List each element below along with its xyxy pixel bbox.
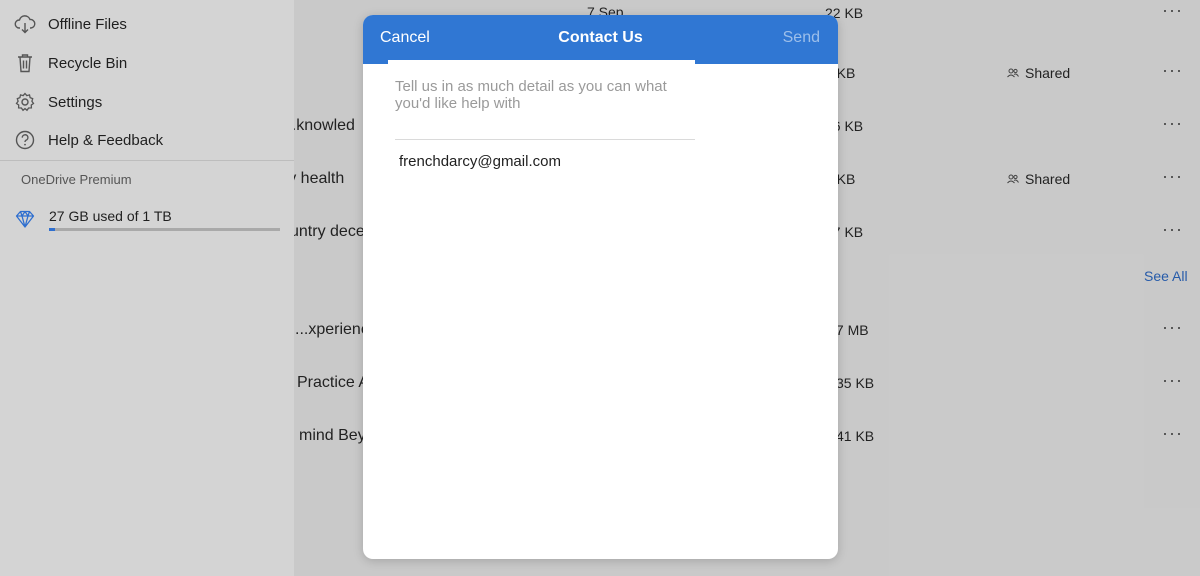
message-input[interactable] — [395, 78, 685, 134]
dialog-header: Cancel Contact Us Send — [363, 15, 838, 64]
storage-usage-text: 27 GB used of 1 TB — [49, 208, 172, 224]
contact-us-dialog: Cancel Contact Us Send frenchdarcy@gmail… — [363, 15, 838, 559]
trash-icon — [14, 52, 36, 74]
side-menu: Offline Files Recycle Bin Settings Help … — [0, 0, 294, 576]
help-icon — [14, 129, 36, 151]
menu-item-offline-files[interactable]: Offline Files — [0, 5, 294, 43]
email-field[interactable]: frenchdarcy@gmail.com — [399, 153, 561, 170]
menu-item-recycle-bin[interactable]: Recycle Bin — [0, 44, 294, 82]
header-tab-indicator — [388, 60, 695, 64]
send-button[interactable]: Send — [783, 29, 820, 47]
field-divider — [395, 139, 695, 140]
gear-icon — [14, 91, 36, 113]
dialog-title: Contact Us — [558, 29, 643, 46]
menu-item-label: Offline Files — [48, 15, 127, 33]
menu-item-label: Settings — [48, 93, 103, 111]
diamond-icon — [14, 208, 36, 230]
menu-item-help-feedback[interactable]: Help & Feedback — [0, 121, 294, 159]
menu-item-settings[interactable]: Settings — [0, 83, 294, 121]
storage-usage[interactable]: 27 GB used of 1 TB — [0, 205, 294, 235]
cloud-download-icon — [14, 13, 36, 35]
storage-progress-bar — [49, 228, 280, 231]
menu-item-label: Recycle Bin — [48, 54, 128, 72]
sidebar-divider — [0, 160, 294, 161]
storage-progress-fill — [49, 228, 55, 231]
premium-section-label: OneDrive Premium — [21, 172, 132, 187]
menu-item-label: Help & Feedback — [48, 131, 164, 149]
